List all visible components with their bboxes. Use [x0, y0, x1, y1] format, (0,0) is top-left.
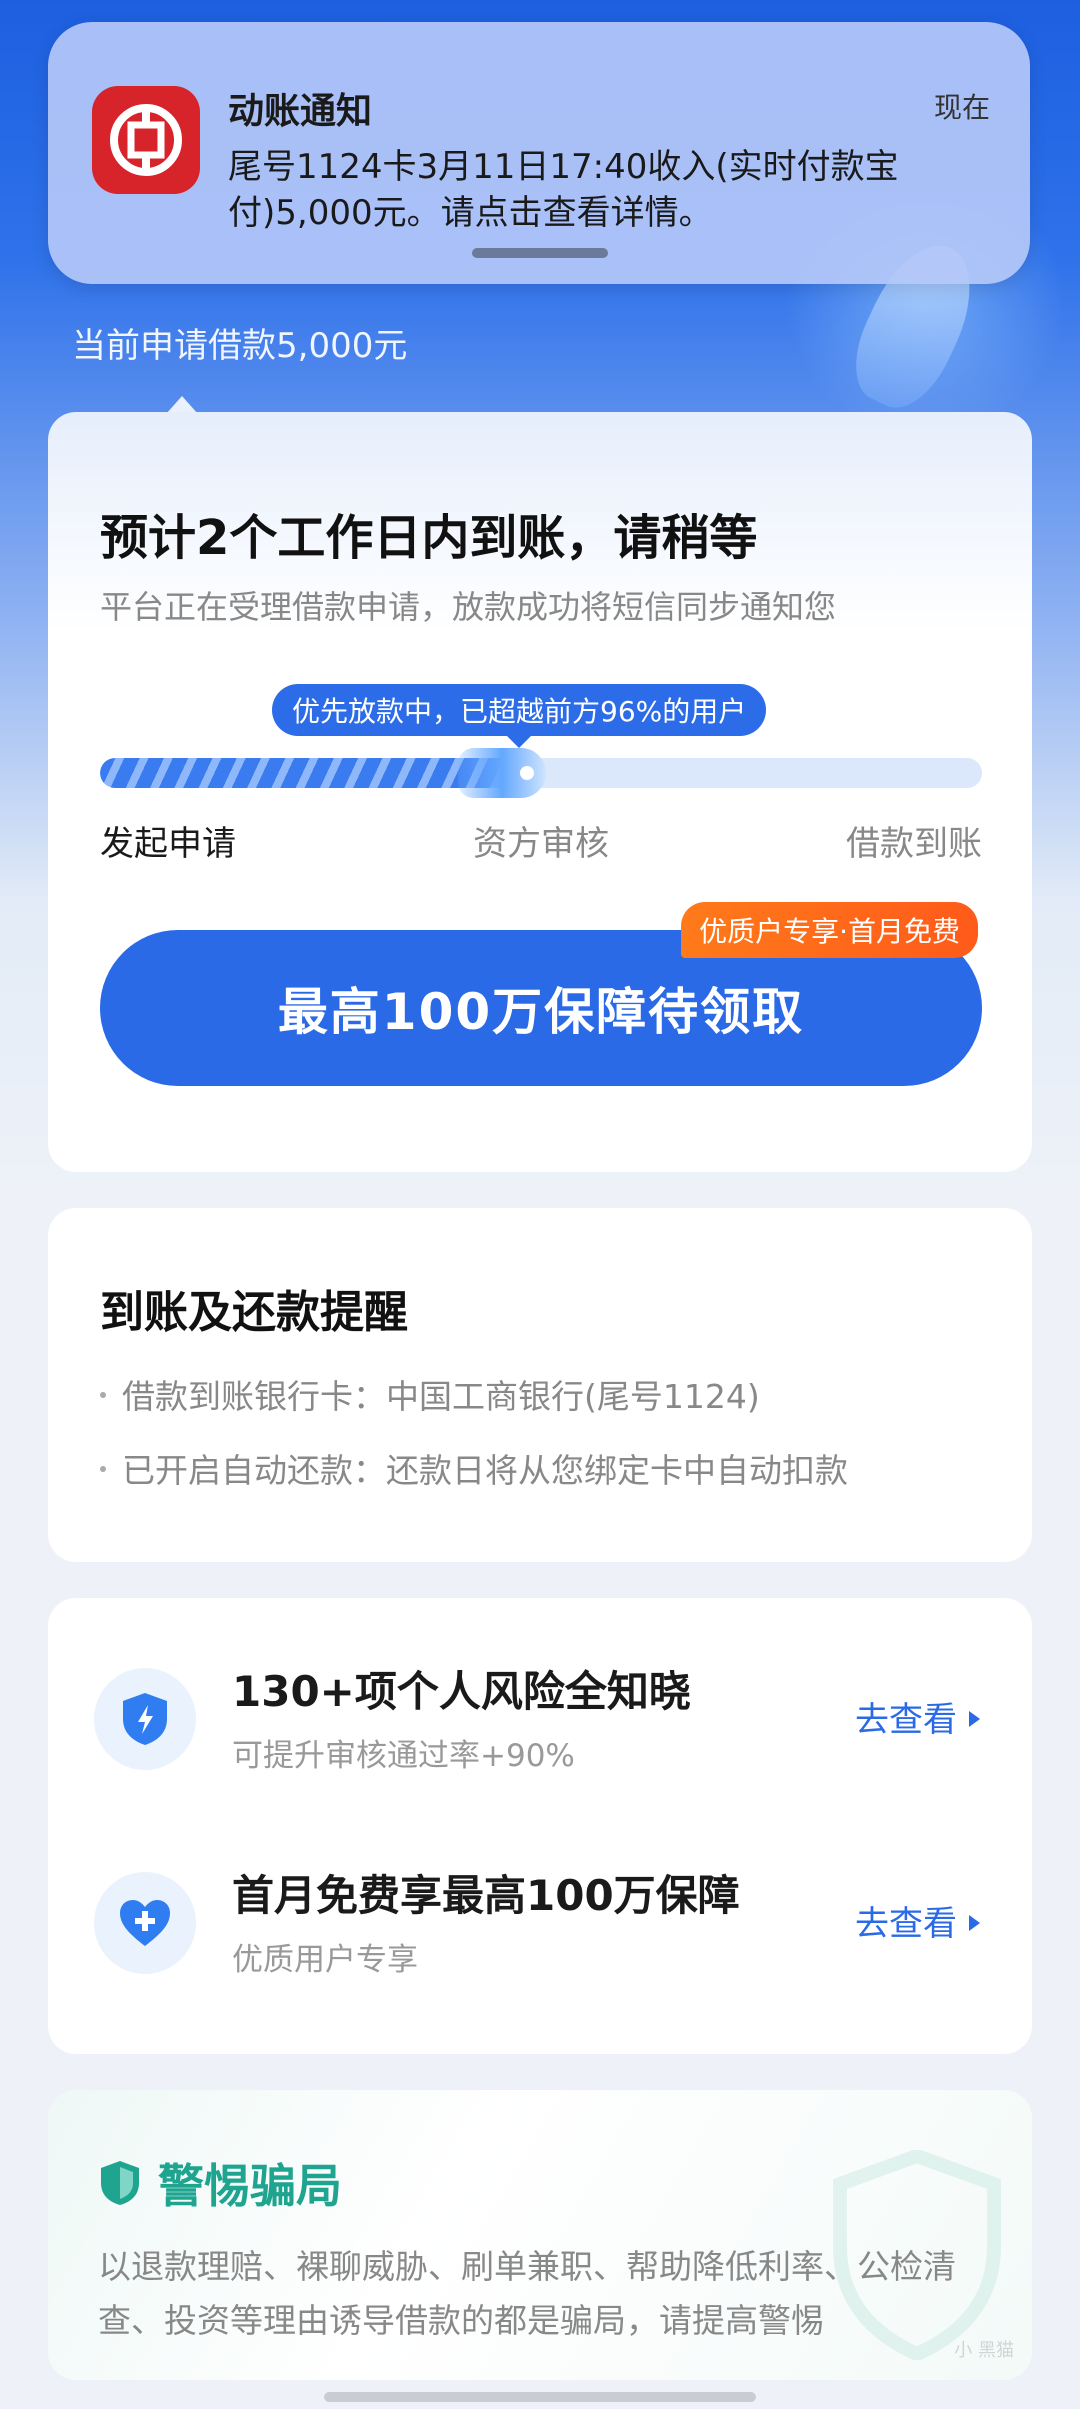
- home-indicator[interactable]: [324, 2392, 756, 2402]
- notification-banner[interactable]: 动账通知 现在 尾号1124卡3月11日17:40收入(实时付款宝付)5,000…: [48, 22, 1030, 284]
- step-arrival: 借款到账: [846, 824, 982, 864]
- status-subtitle: 平台正在受理借款申请，放款成功将短信同步通知您: [100, 588, 837, 626]
- fraud-warning-card: 警惕骗局 以退款理赔、裸聊威胁、刷单兼职、帮助降低利率、公检清查、投资等理由诱导…: [48, 2090, 1032, 2380]
- notification-body: 尾号1124卡3月11日17:40收入(实时付款宝付)5,000元。请点击查看详…: [228, 147, 899, 233]
- view-button[interactable]: 去查看: [855, 1692, 980, 1741]
- services-card: 130+项个人风险全知晓 可提升审核通过率+90% 去查看 首月免费享最高100…: [48, 1598, 1032, 2054]
- reminder-line: 已开启自动还款：还款日将从您绑定卡中自动扣款: [100, 1444, 848, 1492]
- loan-status-card: 预计2个工作日内到账，请稍等 平台正在受理借款申请，放款成功将短信同步通知您 优…: [48, 412, 1032, 1172]
- bullet-icon: [100, 1465, 106, 1472]
- service-desc: 可提升审核通过率+90%: [232, 1738, 575, 1774]
- notification-time: 现在: [933, 91, 990, 124]
- status-heading: 预计2个工作日内到账，请稍等: [100, 510, 758, 566]
- step-review: 资方审核: [473, 824, 609, 864]
- rocket-icon: [458, 748, 546, 798]
- bullet-icon: [100, 1391, 106, 1398]
- icbc-logo-icon: [92, 86, 200, 194]
- reminder-line: 借款到账银行卡：中国工商银行(尾号1124): [100, 1370, 760, 1418]
- reminder-card: 到账及还款提醒 借款到账银行卡：中国工商银行(尾号1124) 已开启自动还款：还…: [48, 1208, 1032, 1562]
- watermark: 小 黑猫: [954, 2340, 1014, 2361]
- view-button[interactable]: 去查看: [855, 1896, 980, 1945]
- progress-steps: 发起申请 资方审核 借款到账: [100, 816, 982, 866]
- service-item-risk[interactable]: 130+项个人风险全知晓 可提升审核通过率+90% 去查看: [48, 1638, 1032, 1788]
- progress-tooltip: 优先放款中，已超越前方96%的用户: [272, 684, 767, 748]
- notification-handle[interactable]: [472, 248, 608, 258]
- service-item-insurance[interactable]: 首月免费享最高100万保障 优质用户专享 去查看: [48, 1842, 1032, 1992]
- view-label: 去查看: [855, 1700, 957, 1740]
- shield-check-icon: [101, 2161, 139, 2205]
- loan-amount-text: 当前申请借款5,000元: [72, 326, 408, 366]
- reminder-line-text: 借款到账银行卡：中国工商银行(尾号1124): [122, 1377, 760, 1416]
- warning-heading-text: 警惕骗局: [158, 2159, 342, 2213]
- play-arrow-icon: [969, 1914, 980, 1931]
- shield-watermark-icon: [833, 2150, 1001, 2360]
- warning-heading: 警惕骗局: [98, 2150, 342, 2216]
- reminder-heading: 到账及还款提醒: [100, 1287, 408, 1338]
- service-desc: 优质用户专享: [232, 1942, 418, 1978]
- play-arrow-icon: [969, 1710, 980, 1727]
- service-title: 130+项个人风险全知晓: [232, 1667, 691, 1716]
- promo-badge: 优质户专享·首月免费: [681, 902, 978, 958]
- view-label: 去查看: [855, 1904, 957, 1944]
- lightning-shield-icon: [94, 1668, 196, 1770]
- step-apply: 发起申请: [100, 824, 236, 864]
- heart-plus-icon: [94, 1872, 196, 1974]
- service-title: 首月免费享最高100万保障: [232, 1871, 740, 1920]
- notification-title: 动账通知: [228, 91, 373, 132]
- reminder-line-text: 已开启自动还款：还款日将从您绑定卡中自动扣款: [122, 1451, 848, 1490]
